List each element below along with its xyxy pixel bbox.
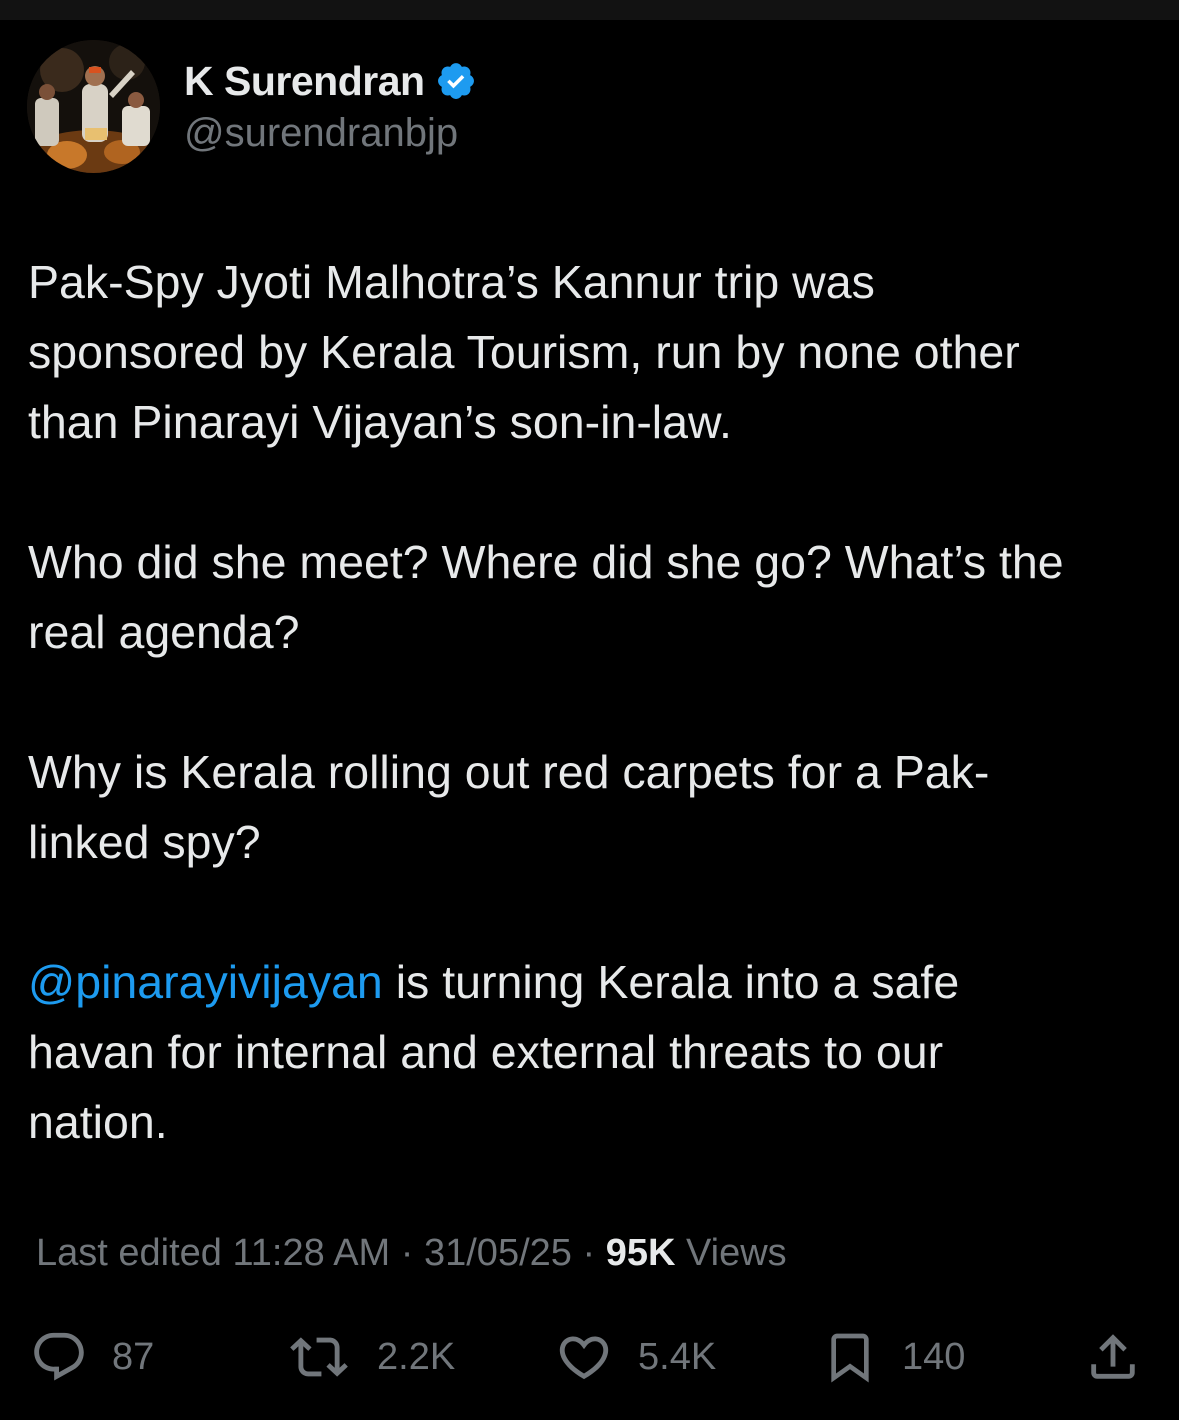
avatar-photo [27, 40, 160, 173]
avatar[interactable] [27, 40, 160, 173]
reply-count: 87 [112, 1335, 155, 1378]
user-handle[interactable]: @surendranbjp [184, 111, 458, 156]
tweet-body: Pak-Spy Jyoti Malhotra’s Kannur trip was… [28, 247, 1163, 1157]
tweet-paragraph-1: Pak-Spy Jyoti Malhotra’s Kannur trip was… [28, 256, 1020, 448]
views-count: 95K [605, 1232, 676, 1274]
tweet: K Surendran @surendranbjp Pak-Spy Jyoti … [0, 0, 1179, 1420]
edited-timestamp[interactable]: Last edited 11:28 AM · 31/05/25 [36, 1232, 582, 1274]
tweet-paragraph-3: Why is Kerala rolling out red carpets fo… [28, 746, 990, 868]
share-button[interactable] [1084, 1325, 1142, 1389]
bookmark-icon [831, 1333, 869, 1383]
repost-icon [290, 1337, 348, 1377]
mention-link[interactable]: @pinarayivijayan [28, 956, 383, 1008]
bookmark-count: 140 [902, 1335, 966, 1378]
share-icon [1091, 1334, 1135, 1379]
tweet-meta: Last edited 11:28 AM · 31/05/25 · 95K Vi… [36, 1232, 787, 1275]
like-icon [559, 1336, 609, 1380]
repost-button[interactable]: 2.2K [285, 1325, 455, 1389]
display-name[interactable]: K Surendran [184, 58, 425, 105]
like-count: 5.4K [638, 1335, 717, 1378]
verified-badge-icon[interactable] [435, 60, 477, 102]
tweet-paragraph-2: Who did she meet? Where did she go? What… [28, 536, 1064, 658]
reply-button[interactable]: 87 [30, 1325, 154, 1389]
like-button[interactable]: 5.4K [554, 1325, 716, 1389]
views-label: Views [675, 1232, 787, 1274]
reply-icon [34, 1332, 84, 1381]
bookmark-button[interactable]: 140 [822, 1325, 965, 1389]
repost-count: 2.2K [377, 1335, 456, 1378]
display-name-row: K Surendran [184, 54, 477, 108]
meta-separator: · [582, 1232, 606, 1274]
tweet-paragraph-4: @pinarayivijayan is turning Kerala into … [28, 947, 1163, 1157]
